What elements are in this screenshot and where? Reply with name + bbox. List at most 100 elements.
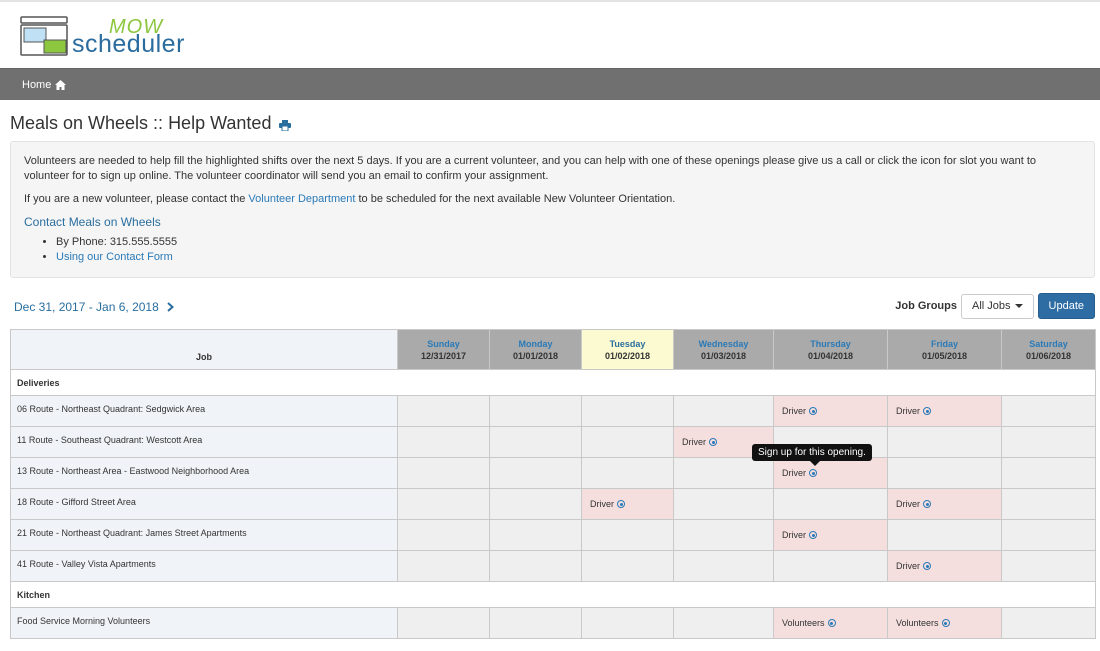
schedule-cell: Driver (773, 395, 888, 427)
signup-icon[interactable] (923, 500, 931, 508)
day-header-wednesday[interactable]: Wednesday 01/03/2018 (673, 329, 774, 370)
job-row: 13 Route - Northeast Area - Eastwood Nei… (10, 457, 1096, 489)
signup-icon[interactable] (709, 438, 717, 446)
date-range-label: Dec 31, 2017 - Jan 6, 2018 (14, 300, 159, 314)
volunteer-department-link[interactable]: Volunteer Department (248, 193, 355, 205)
schedule-cell (489, 426, 582, 458)
job-row: 41 Route - Valley Vista Apartments Driver (10, 550, 1096, 582)
update-button[interactable]: Update (1037, 293, 1095, 319)
day-header-thursday[interactable]: Thursday 01/04/2018 (773, 329, 888, 370)
signup-icon[interactable] (809, 407, 817, 415)
schedule-table: Job Sunday 12/31/2017 Monday 01/01/2018 Tu… (10, 329, 1096, 639)
schedule-cell: Driver (773, 457, 888, 489)
schedule-cell (397, 457, 490, 489)
nav-home-link[interactable]: Home (22, 78, 67, 91)
open-slot[interactable]: Volunteers (896, 618, 950, 628)
job-groups-label: Job Groups (895, 300, 957, 312)
signup-icon[interactable] (617, 500, 625, 508)
signup-icon[interactable] (923, 562, 931, 570)
logo[interactable]: MOW scheduler (20, 14, 220, 60)
info-paragraph-2-start: If you are a new volunteer, please conta… (24, 193, 249, 205)
schedule-cell (773, 488, 888, 520)
open-slot[interactable]: Driver (782, 530, 817, 540)
day-header-saturday[interactable]: Saturday 01/06/2018 (1001, 329, 1096, 370)
info-paragraph-2: If you are a new volunteer, please conta… (24, 192, 1081, 207)
schedule-cell (489, 550, 582, 582)
open-slot[interactable]: Driver (782, 468, 817, 478)
schedule-cell (1001, 488, 1096, 520)
contact-form-link[interactable]: Using our Contact Form (56, 251, 173, 263)
schedule-cell (887, 426, 1002, 458)
info-paragraph-1: Volunteers are needed to help fill the h… (24, 155, 1037, 182)
open-slot[interactable]: Driver (682, 437, 717, 447)
open-slot-label: Driver (782, 530, 806, 540)
open-slot[interactable]: Driver (782, 406, 817, 416)
schedule-cell (673, 395, 774, 427)
schedule-cell (581, 607, 674, 639)
schedule-cell: Driver (581, 488, 674, 520)
job-row: Food Service Morning Volunteers Volunteer… (10, 607, 1096, 639)
group-label: Deliveries (10, 369, 1096, 396)
print-icon[interactable] (279, 119, 292, 131)
schedule-cell: Driver (887, 550, 1002, 582)
open-slot[interactable]: Volunteers (782, 618, 836, 628)
schedule-cell (887, 457, 1002, 489)
caret-down-icon (1014, 304, 1023, 308)
job-name: 21 Route - Northeast Quadrant: James Str… (10, 519, 398, 551)
signup-tooltip: Sign up for this opening. (752, 444, 872, 466)
schedule-cell (1001, 395, 1096, 427)
schedule-cell (581, 395, 674, 427)
schedule-cell: Driver (773, 519, 888, 551)
open-slot[interactable]: Driver (896, 499, 931, 509)
open-slot-label: Driver (590, 499, 614, 509)
signup-icon[interactable] (923, 407, 931, 415)
schedule-body: Deliveries 06 Route - Northeast Quadrant:… (10, 369, 1096, 639)
schedule-cell (489, 395, 582, 427)
job-name: 06 Route - Northeast Quadrant: Sedgwick … (10, 395, 398, 427)
schedule-cell (673, 457, 774, 489)
schedule-cell (887, 519, 1002, 551)
open-slot-label: Driver (896, 499, 920, 509)
open-slot-label: Volunteers (896, 618, 939, 628)
contact-list: By Phone: 315.555.5555 Using our Contact… (24, 235, 1081, 265)
signup-icon[interactable] (809, 531, 817, 539)
schedule-cell (673, 607, 774, 639)
open-slot[interactable]: Driver (590, 499, 625, 509)
schedule-cell (1001, 519, 1096, 551)
schedule-cell (581, 457, 674, 489)
open-slot-label: Driver (782, 406, 806, 416)
signup-icon[interactable] (809, 469, 817, 477)
schedule-cell (397, 395, 490, 427)
day-header-monday[interactable]: Monday 01/01/2018 (489, 329, 582, 370)
day-header-tuesday[interactable]: Tuesday 01/02/2018 (581, 329, 674, 370)
header: MOW scheduler (0, 2, 1100, 68)
job-name: 13 Route - Northeast Area - Eastwood Nei… (10, 457, 398, 489)
info-paragraph-2-end: to be scheduled for the next available N… (355, 193, 676, 205)
schedule-cell (673, 550, 774, 582)
schedule-cell: Volunteers (773, 607, 888, 639)
schedule-cell (581, 426, 674, 458)
job-column-header: Job (10, 329, 398, 370)
schedule-cell (397, 607, 490, 639)
info-panel: Volunteers are needed to help fill the h… (10, 141, 1095, 278)
open-slot[interactable]: Driver (896, 561, 931, 571)
schedule-cell (1001, 457, 1096, 489)
schedule-cell (397, 519, 490, 551)
open-slot[interactable]: Driver (896, 406, 931, 416)
date-range: Dec 31, 2017 - Jan 6, 2018 (14, 300, 174, 314)
signup-icon[interactable] (827, 619, 836, 627)
chevron-right-icon[interactable] (167, 302, 174, 312)
nav-home-label: Home (22, 78, 52, 91)
job-groups-select[interactable]: All Jobs (960, 293, 1034, 319)
day-header-sunday[interactable]: Sunday 12/31/2017 (397, 329, 490, 370)
logo-scheduler-text: scheduler (72, 30, 185, 58)
open-slot-label: Driver (682, 437, 706, 447)
contact-phone: By Phone: 315.555.5555 (56, 235, 1081, 250)
open-slot-label: Driver (896, 561, 920, 571)
group-row: Deliveries (10, 369, 1096, 396)
job-name: 18 Route - Gifford Street Area (10, 488, 398, 520)
signup-icon[interactable] (941, 619, 950, 627)
schedule-cell: Driver (887, 395, 1002, 427)
day-header-friday[interactable]: Friday 01/05/2018 (887, 329, 1002, 370)
schedule-cell (673, 488, 774, 520)
